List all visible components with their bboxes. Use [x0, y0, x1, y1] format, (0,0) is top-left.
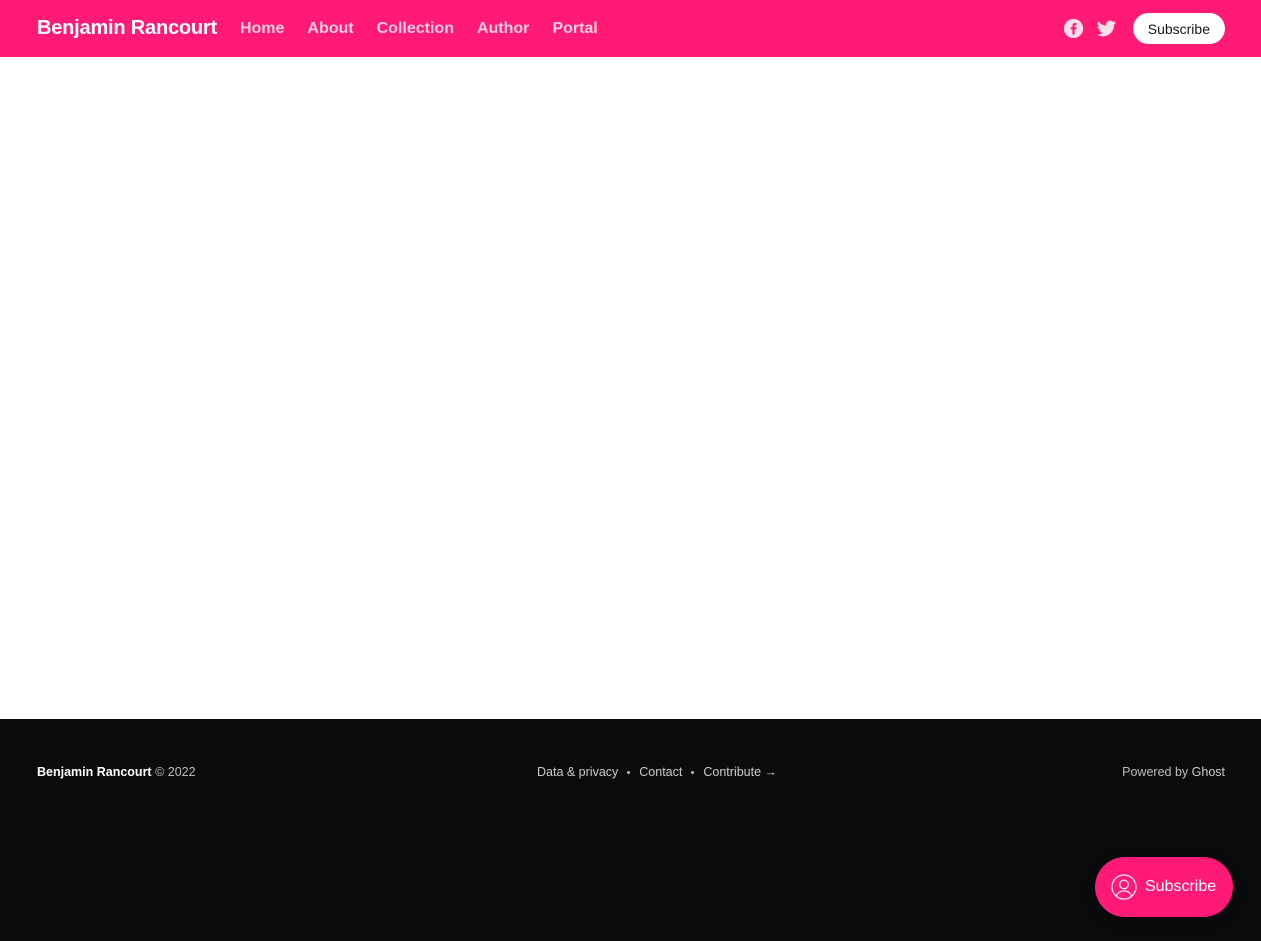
portal-subscribe-button[interactable]: Subscribe: [1095, 857, 1233, 917]
ghost-link[interactable]: Ghost: [1192, 765, 1225, 779]
site-header: Benjamin Rancourt Home About Collection …: [0, 0, 1261, 57]
facebook-icon[interactable]: [1063, 18, 1084, 39]
nav-item-portal[interactable]: Portal: [552, 20, 597, 38]
site-footer: Benjamin Rancourt © 2022 Data & privacy …: [0, 719, 1261, 941]
footer-link-data-privacy[interactable]: Data & privacy: [537, 765, 618, 779]
main-content: [0, 57, 1261, 719]
powered-by: Powered by Ghost: [1122, 765, 1225, 779]
powered-by-prefix: Powered by: [1122, 765, 1189, 779]
portal-subscribe-label: Subscribe: [1145, 878, 1217, 895]
copyright-year: © 2022: [155, 765, 196, 779]
subscribe-button[interactable]: Subscribe: [1132, 13, 1225, 44]
footer-separator: [627, 770, 631, 774]
site-title[interactable]: Benjamin Rancourt: [37, 17, 217, 40]
footer-separator: [691, 770, 695, 774]
nav-item-home[interactable]: Home: [240, 20, 284, 38]
header-actions: Subscribe: [1063, 13, 1225, 44]
nav-item-collection[interactable]: Collection: [377, 20, 454, 38]
footer-inner: Benjamin Rancourt © 2022 Data & privacy …: [37, 765, 1225, 779]
footer-site-title[interactable]: Benjamin Rancourt: [37, 765, 152, 779]
nav-item-author[interactable]: Author: [477, 20, 529, 38]
twitter-icon[interactable]: [1096, 18, 1117, 39]
user-icon: [1111, 874, 1137, 900]
nav-item-about[interactable]: About: [307, 20, 353, 38]
footer-link-contribute[interactable]: Contribute →: [703, 765, 777, 779]
main-nav: Home About Collection Author Portal: [240, 20, 598, 38]
footer-nav: Data & privacy Contact Contribute →: [537, 765, 777, 779]
social-links: [1063, 18, 1117, 39]
copyright: Benjamin Rancourt © 2022: [37, 765, 196, 779]
footer-link-contact[interactable]: Contact: [639, 765, 682, 779]
